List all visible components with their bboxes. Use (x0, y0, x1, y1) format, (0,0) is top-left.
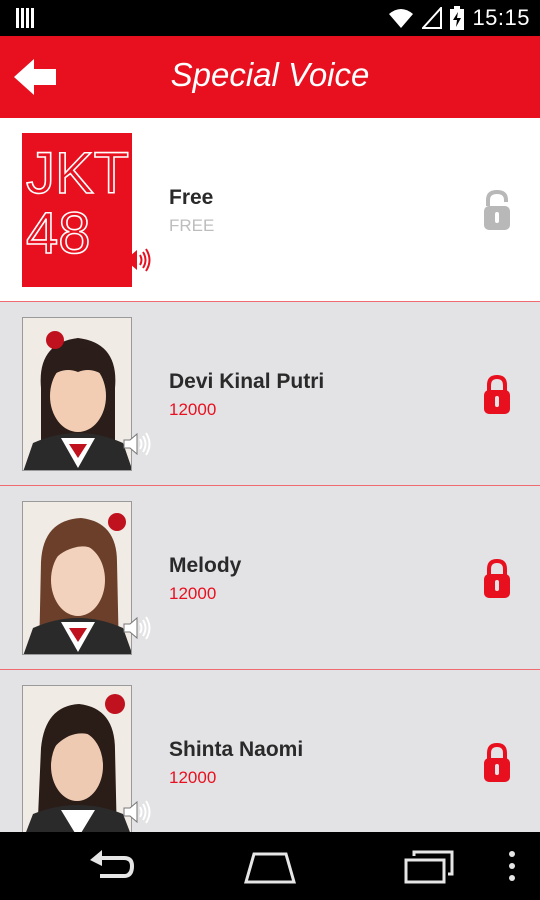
item-price: 12000 (169, 584, 217, 603)
item-name: Free (169, 186, 214, 209)
speaker-icon[interactable] (122, 616, 152, 640)
lock-icon[interactable] (482, 742, 512, 784)
clock: 15:15 (472, 5, 530, 30)
home-icon[interactable] (242, 846, 298, 886)
item-price: 12000 (169, 768, 217, 787)
list-item[interactable]: Devi Kinal Putri 12000 (0, 302, 540, 486)
item-price: 12000 (169, 400, 217, 419)
speaker-icon[interactable] (122, 432, 152, 456)
voice-list: JKT 48 Free FREE Devi Kinal Putri 12000 … (0, 118, 540, 832)
overflow-menu-icon[interactable] (506, 846, 518, 886)
page-title: Special Voice (170, 56, 370, 93)
item-price: FREE (169, 216, 215, 235)
navigation-bar (0, 832, 540, 900)
speaker-icon[interactable] (122, 800, 152, 824)
list-item[interactable]: Melody 12000 (0, 486, 540, 670)
wifi-icon (389, 9, 414, 28)
member-photo (22, 317, 132, 471)
item-name: Devi Kinal Putri (169, 370, 325, 393)
item-name: Shinta Naomi (169, 738, 304, 761)
lock-icon[interactable] (482, 558, 512, 600)
item-name: Melody (169, 554, 242, 577)
logo-text-jkt: JKT (26, 141, 129, 206)
list-item[interactable]: Shinta Naomi 12000 (0, 670, 540, 832)
logo-text-48: 48 (26, 201, 91, 266)
member-photo (22, 685, 132, 832)
recents-icon[interactable] (402, 846, 456, 886)
lock-icon[interactable] (482, 374, 512, 416)
jkt48-logo: JKT 48 (22, 133, 132, 287)
notification-icon (16, 8, 34, 28)
app-bar: Special Voice (0, 36, 540, 118)
back-icon[interactable] (86, 846, 138, 886)
battery-charging-icon (450, 6, 465, 30)
signal-icon (422, 7, 443, 29)
unlocked-icon[interactable] (482, 190, 512, 232)
status-bar: 15:15 (0, 0, 540, 36)
speaker-icon[interactable] (122, 248, 152, 272)
list-item[interactable]: JKT 48 Free FREE (0, 118, 540, 302)
member-photo (22, 501, 132, 655)
